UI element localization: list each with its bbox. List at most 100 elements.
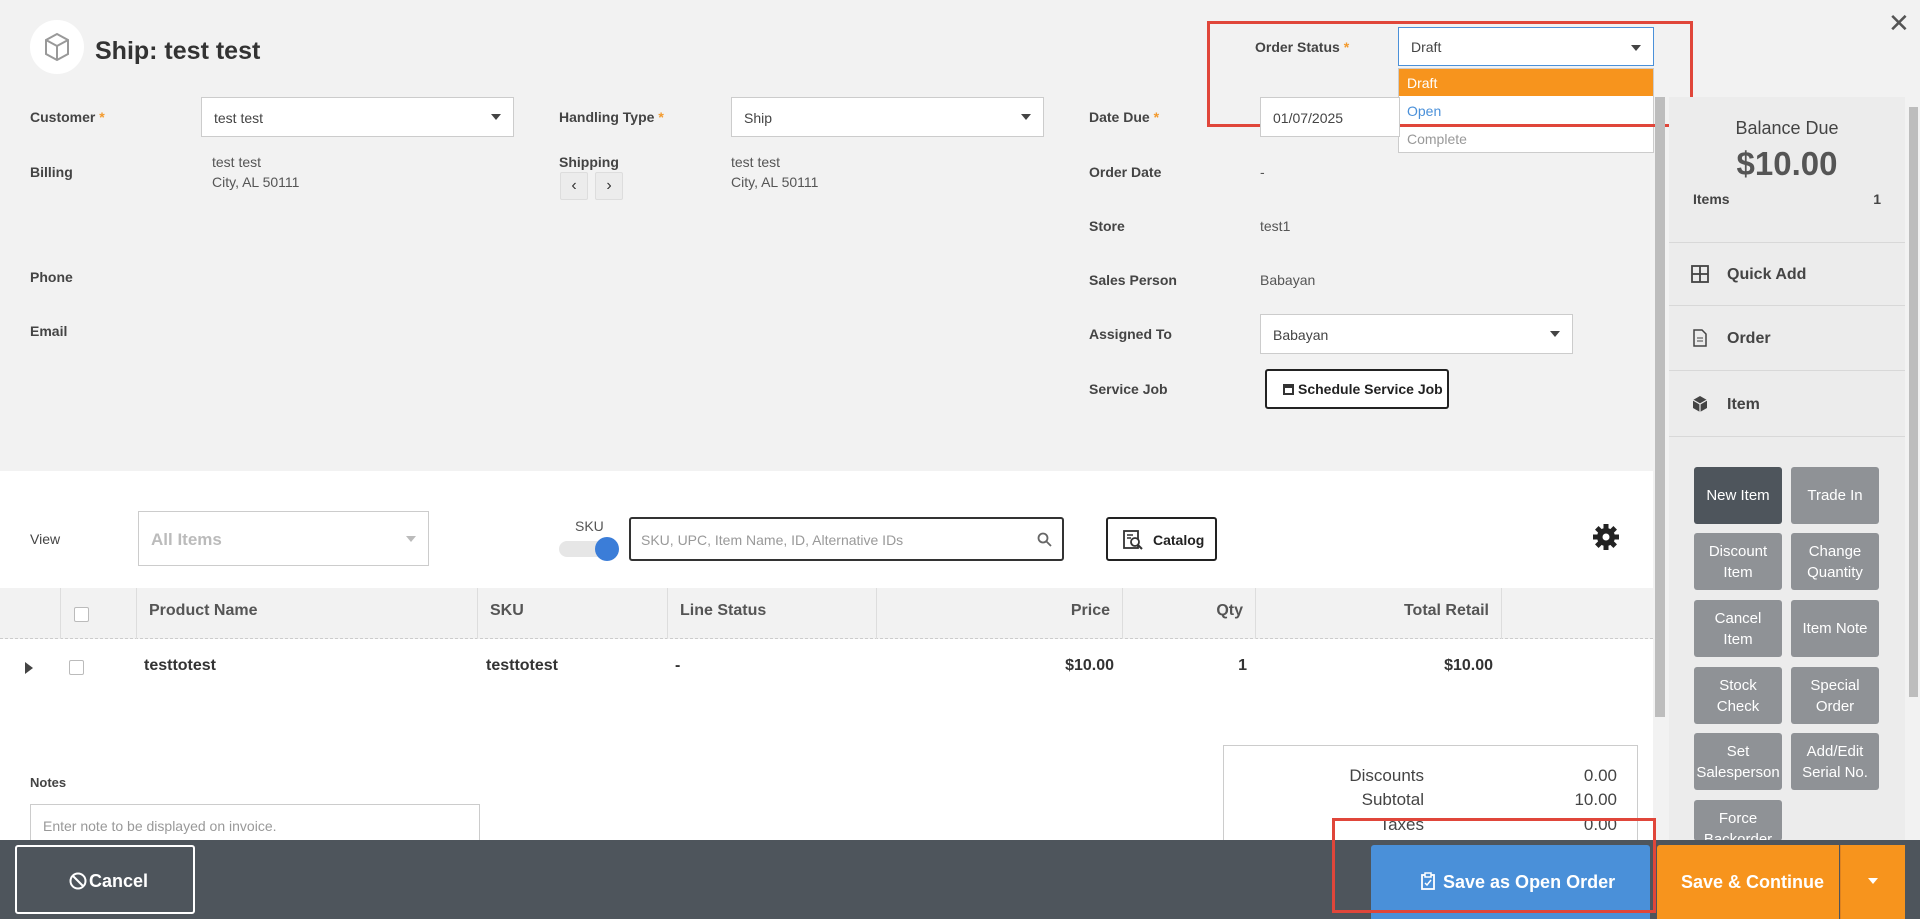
new-item-button[interactable]: New Item bbox=[1694, 467, 1782, 524]
subtotal-value: 10.00 bbox=[1574, 790, 1617, 809]
sidebar-order[interactable]: Order bbox=[1669, 307, 1905, 371]
sku-toggle[interactable] bbox=[559, 537, 619, 561]
save-open-order-button[interactable]: Save as Open Order bbox=[1371, 845, 1650, 919]
option-open[interactable]: Open bbox=[1399, 97, 1653, 124]
row-checkbox[interactable] bbox=[69, 660, 84, 675]
shipping-label: Shipping bbox=[559, 154, 619, 170]
view-select[interactable]: All Items bbox=[138, 511, 429, 566]
force-backorder-label: Force Backorder bbox=[1703, 810, 1773, 841]
save-open-order-label: Save as Open Order bbox=[1443, 872, 1616, 892]
handling-select[interactable]: Ship bbox=[731, 97, 1044, 137]
trade-in-button[interactable]: Trade In bbox=[1791, 467, 1879, 524]
order-date-value: - bbox=[1260, 164, 1265, 180]
sidebar-scrollbar[interactable] bbox=[1909, 107, 1918, 697]
subtotal-label: Subtotal bbox=[1361, 790, 1424, 809]
catalog-icon bbox=[1123, 530, 1143, 550]
handling-label-text: Handling Type bbox=[559, 109, 655, 125]
catalog-button[interactable]: Catalog bbox=[1106, 517, 1217, 561]
save-continue-button[interactable]: Save & Continue bbox=[1657, 845, 1839, 919]
taxes-value: 0.00 bbox=[1583, 815, 1617, 834]
notes-input[interactable]: Enter note to be displayed on invoice. bbox=[30, 804, 480, 844]
balance-due-label: Balance Due bbox=[1735, 118, 1839, 138]
handling-label: Handling Type * bbox=[559, 109, 664, 125]
col-qty[interactable]: Qty bbox=[1123, 588, 1256, 639]
item-note-button[interactable]: Item Note bbox=[1791, 600, 1879, 657]
view-label: View bbox=[30, 531, 61, 547]
view-value: All Items bbox=[151, 530, 222, 549]
date-due-input[interactable]: 01/07/2025 bbox=[1260, 97, 1400, 137]
select-column bbox=[61, 588, 137, 639]
special-order-button[interactable]: Special Order bbox=[1791, 667, 1879, 724]
chevron-down-icon bbox=[406, 536, 416, 542]
totals-box: Discounts 0.00 Subtotal 10.00 Taxes 0.00 bbox=[1223, 745, 1638, 845]
table-header: Product Name SKU Line Status Price Qty T… bbox=[0, 588, 1653, 639]
discounts-value: 0.00 bbox=[1583, 766, 1617, 785]
sidebar-quick-add[interactable]: Quick Add bbox=[1669, 242, 1905, 306]
col-price[interactable]: Price bbox=[877, 588, 1123, 639]
phone-label: Phone bbox=[30, 269, 73, 285]
col-total-retail[interactable]: Total Retail bbox=[1256, 588, 1502, 639]
gear-icon[interactable] bbox=[1592, 523, 1620, 551]
expand-column bbox=[0, 588, 61, 639]
col-line-status[interactable]: Line Status bbox=[668, 588, 877, 639]
save-continue-label: Save & Continue bbox=[1681, 872, 1825, 892]
col-product-name[interactable]: Product Name bbox=[137, 588, 478, 639]
select-all-checkbox[interactable] bbox=[74, 607, 89, 622]
stock-check-button[interactable]: Stock Check bbox=[1694, 667, 1782, 724]
set-salesperson-button[interactable]: Set Salesperson bbox=[1694, 733, 1782, 790]
table-row[interactable]: testtotest testtotest - $10.00 1 $10.00 bbox=[0, 639, 1653, 694]
items-count-label: Items bbox=[1693, 191, 1730, 207]
order-status-label: Order Status * bbox=[1255, 39, 1349, 55]
cancel-button[interactable]: Cancel bbox=[15, 845, 195, 914]
option-draft[interactable]: Draft bbox=[1399, 69, 1653, 96]
serial-number-button[interactable]: Add/Edit Serial No. bbox=[1791, 733, 1879, 790]
email-label: Email bbox=[30, 323, 68, 339]
prev-address-button[interactable]: ‹ bbox=[560, 172, 588, 200]
cancel-label: Cancel bbox=[89, 871, 149, 891]
notes-label: Notes bbox=[30, 775, 67, 790]
col-sku[interactable]: SKU bbox=[478, 588, 668, 639]
sidebar-quick-add-label: Quick Add bbox=[1727, 266, 1807, 283]
date-due-value: 01/07/2025 bbox=[1273, 110, 1344, 126]
save-options-dropdown[interactable] bbox=[1840, 845, 1905, 919]
footer-bar: Cancel Save as Open Order Save & Continu… bbox=[0, 840, 1920, 919]
cell-qty: 1 bbox=[1238, 657, 1247, 674]
date-due-label: Date Due * bbox=[1089, 109, 1159, 125]
order-status-dropdown: Draft Open Complete bbox=[1398, 68, 1654, 153]
cell-status: - bbox=[675, 657, 681, 674]
change-quantity-button[interactable]: Change Quantity bbox=[1791, 533, 1879, 590]
sales-person-value: Babayan bbox=[1260, 272, 1316, 288]
chevron-down-icon bbox=[491, 114, 501, 120]
order-status-select[interactable]: Draft bbox=[1398, 27, 1654, 66]
catalog-label: Catalog bbox=[1153, 532, 1205, 548]
force-backorder-button[interactable]: Force Backorder bbox=[1694, 800, 1782, 841]
billing-line1: test test bbox=[212, 154, 262, 170]
handling-value: Ship bbox=[744, 110, 773, 126]
customer-value: test test bbox=[214, 110, 264, 126]
shipping-line1: test test bbox=[731, 154, 781, 170]
chevron-down-icon bbox=[1868, 878, 1878, 884]
date-due-label-text: Date Due bbox=[1089, 109, 1150, 125]
assigned-to-select[interactable]: Babayan bbox=[1260, 314, 1573, 354]
search-input[interactable]: SKU, UPC, Item Name, ID, Alternative IDs bbox=[629, 517, 1064, 561]
store-value: test1 bbox=[1260, 218, 1291, 234]
shipping-line2: City, AL 50111 bbox=[731, 174, 819, 190]
clipboard-icon bbox=[1421, 872, 1435, 890]
main-scrollbar[interactable] bbox=[1655, 97, 1665, 717]
order-status-value: Draft bbox=[1411, 39, 1442, 55]
sales-person-label: Sales Person bbox=[1089, 272, 1177, 288]
customer-select[interactable]: test test bbox=[201, 97, 514, 137]
discount-item-button[interactable]: Discount Item bbox=[1694, 533, 1782, 590]
sidebar-item[interactable]: Item bbox=[1669, 373, 1905, 437]
cell-product: testtotest bbox=[144, 657, 217, 674]
grid-icon bbox=[1691, 265, 1709, 283]
billing-label: Billing bbox=[30, 164, 73, 180]
option-complete[interactable]: Complete bbox=[1399, 125, 1653, 152]
close-icon[interactable]: ✕ bbox=[1888, 8, 1910, 39]
calendar-icon bbox=[1283, 384, 1294, 395]
schedule-service-job-button[interactable]: Schedule Service Job bbox=[1265, 369, 1449, 409]
expand-row-icon[interactable] bbox=[25, 662, 33, 674]
next-address-button[interactable]: › bbox=[595, 172, 623, 200]
required-marker: * bbox=[658, 109, 664, 125]
cancel-item-button[interactable]: Cancel Item bbox=[1694, 600, 1782, 657]
